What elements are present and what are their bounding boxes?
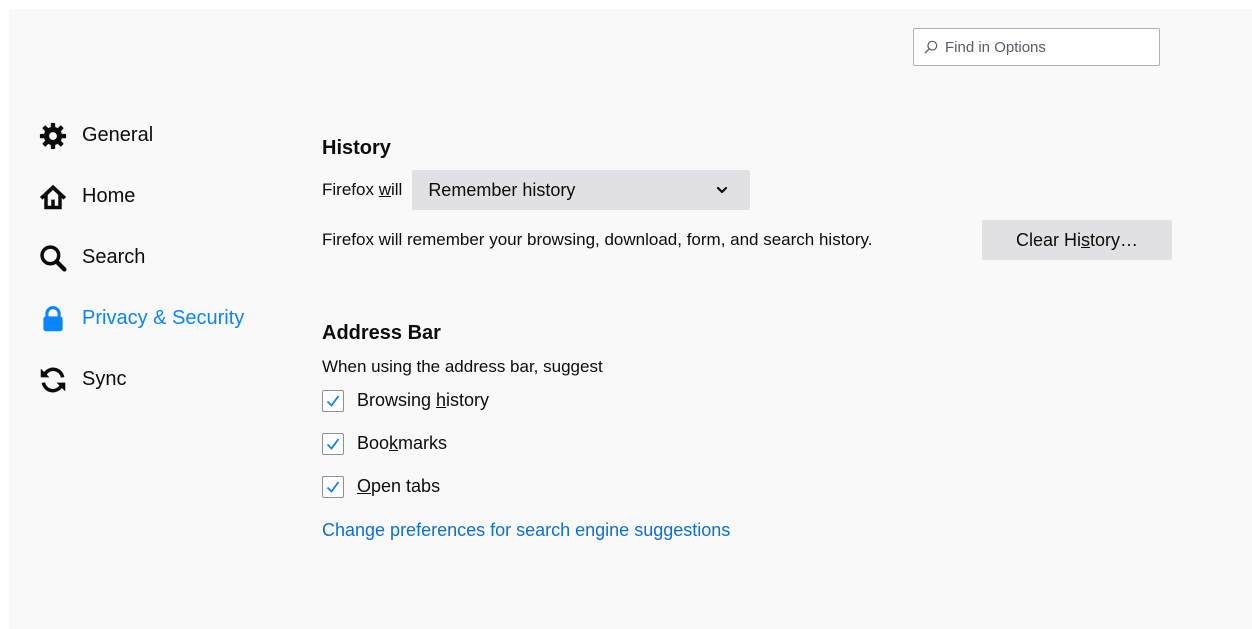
sidebar-item-label: Sync [82, 368, 127, 390]
history-mode-row: Firefox will Remember history [322, 170, 1172, 210]
history-description-row: Firefox will remember your browsing, dow… [322, 220, 1172, 260]
option-open-tabs[interactable]: Open tabs [322, 465, 1172, 508]
gear-icon [39, 119, 73, 153]
open-tabs-checkbox[interactable] [322, 475, 344, 498]
option-bookmarks[interactable]: Bookmarks [322, 422, 1172, 465]
sidebar-item-home[interactable]: Home [39, 166, 289, 227]
option-browsing-history[interactable]: Browsing history [322, 379, 1172, 422]
chevron-down-icon [717, 186, 728, 194]
browsing-history-checkbox[interactable] [322, 389, 344, 412]
category-sidebar: General Home Search Privacy & Security S… [39, 105, 289, 410]
search-icon [39, 241, 73, 275]
history-description: Firefox will remember your browsing, dow… [322, 230, 873, 249]
home-icon [39, 180, 73, 214]
lock-icon [39, 302, 73, 336]
checkbox-label[interactable]: Open tabs [357, 476, 440, 497]
sidebar-item-label: General [82, 124, 154, 146]
address-bar-heading: Address Bar [322, 322, 441, 344]
firefox-will-label: Firefox will [322, 180, 403, 199]
checkmark-icon [326, 394, 340, 407]
sidebar-item-label: Search [82, 246, 146, 268]
search-input[interactable] [945, 38, 1145, 56]
clear-history-button[interactable]: Clear Hi s tory… [982, 220, 1172, 260]
preferences-page: General Home Search [9, 9, 1252, 629]
sidebar-item-privacy-security[interactable]: Privacy & Security [39, 288, 289, 349]
address-bar-subtitle: When using the address bar, suggest [322, 357, 603, 376]
history-mode-dropdown[interactable]: Remember history [412, 170, 751, 210]
sidebar-item-label: Privacy & Security [82, 307, 245, 329]
sidebar-item-sync[interactable]: Sync [39, 349, 289, 410]
search-box[interactable] [913, 28, 1160, 66]
sidebar-item-search[interactable]: Search [39, 227, 289, 288]
checkbox-label[interactable]: Browsing history [357, 390, 489, 411]
checkmark-icon [326, 437, 340, 450]
search-suggestions-link[interactable]: Change preferences for search engine sug… [322, 520, 730, 540]
dropdown-value: Remember history [428, 179, 576, 200]
checkmark-icon [326, 480, 340, 493]
checkbox-label[interactable]: Bookmarks [357, 433, 447, 454]
search-icon [924, 40, 938, 54]
sidebar-item-general[interactable]: General [39, 105, 289, 166]
history-heading: History [322, 137, 391, 159]
sync-icon [39, 363, 73, 397]
bookmarks-checkbox[interactable] [322, 432, 344, 455]
sidebar-item-label: Home [82, 185, 136, 207]
main-content: History Firefox will Remember history Fi… [322, 137, 1172, 541]
